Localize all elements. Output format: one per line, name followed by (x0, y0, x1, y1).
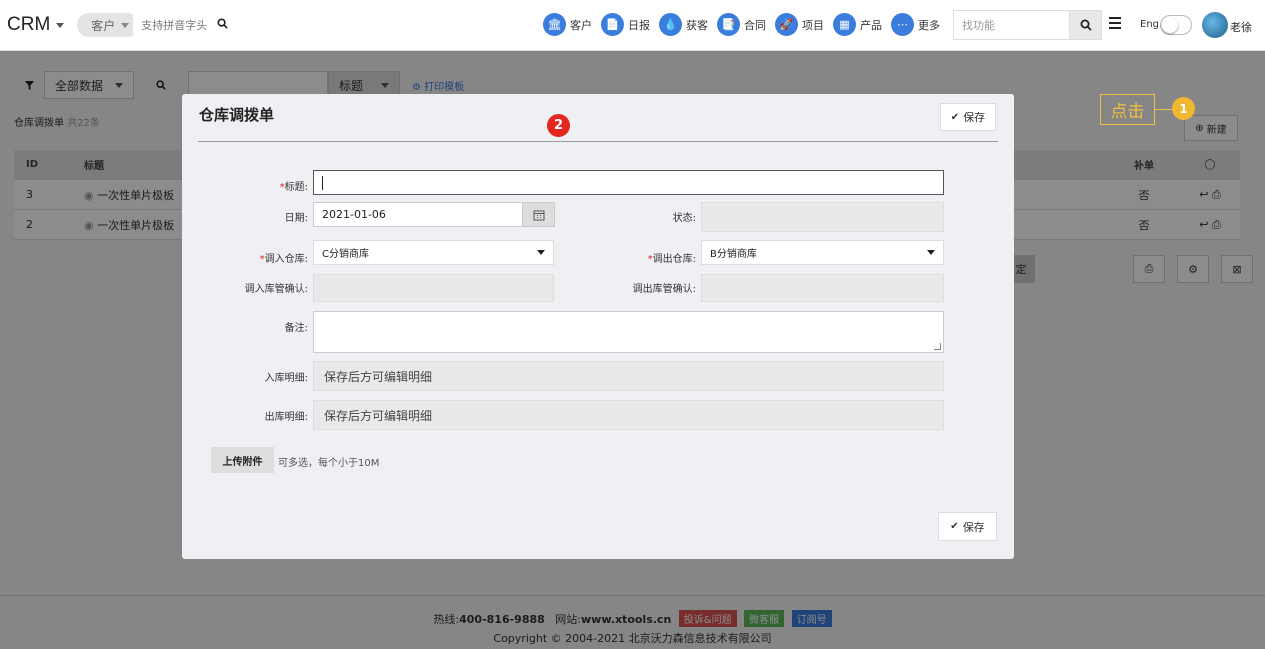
nav-label: 日报 (628, 18, 650, 32)
find-function-input[interactable]: 找功能 (953, 10, 1069, 40)
nav-label: 产品 (860, 18, 882, 32)
nav-label: 获客 (686, 18, 708, 32)
nav-label: 更多 (918, 18, 940, 32)
status-label: 状态: (672, 213, 696, 224)
remark-label: 备注: (284, 323, 308, 334)
in-detail-label: 入库明细: (264, 373, 308, 384)
text-cursor (322, 175, 323, 190)
in-manager-label: 调入库管确认: (244, 284, 308, 295)
in-manager-field (313, 274, 554, 302)
in-warehouse-select[interactable]: C分销商库 (313, 240, 554, 265)
nav-contract[interactable]: 📑 合同 (717, 13, 766, 36)
quick-search[interactable]: 支持拼音字头 (133, 13, 237, 37)
check-icon: ✔ (950, 521, 959, 532)
main-nav: 🏛 客户 📄 日报 💧 获客 📑 合同 🚀 项目 ▦ 产品 ⋯ 更多 (543, 13, 949, 36)
save-button-bottom[interactable]: ✔ 保存 (938, 512, 997, 541)
username[interactable]: 老徐 (1230, 19, 1252, 35)
chevron-down-icon (927, 250, 935, 255)
annotation-step-2: 2 (547, 114, 570, 137)
nav-more[interactable]: ⋯ 更多 (891, 13, 940, 36)
out-detail-label: 出库明细: (264, 412, 308, 423)
out-detail-field: 保存后方可编辑明细 (313, 400, 944, 430)
out-manager-field (701, 274, 944, 302)
find-placeholder: 找功能 (962, 19, 995, 32)
search-icon[interactable] (217, 18, 228, 32)
module-label: 客户 (91, 18, 116, 33)
contract-icon: 📑 (717, 13, 740, 36)
dialog-title: 仓库调拨单 (199, 106, 275, 124)
nav-daily-report[interactable]: 📄 日报 (601, 13, 650, 36)
brand-menu[interactable]: CRM (7, 14, 65, 36)
language-toggle[interactable] (1160, 15, 1192, 35)
calendar-icon (533, 210, 544, 220)
drop-icon: 💧 (659, 13, 682, 36)
find-search-button[interactable] (1069, 10, 1102, 40)
date-value: 2021-01-06 (322, 208, 386, 221)
language-label: Eng. (1140, 19, 1163, 30)
out-warehouse-select[interactable]: B分销商库 (701, 240, 944, 265)
nav-customer[interactable]: 🏛 客户 (543, 13, 592, 36)
chevron-down-icon (537, 250, 545, 255)
menu-icon[interactable] (1109, 17, 1121, 29)
save-button-top[interactable]: ✔ 保存 (940, 103, 996, 131)
nav-acquisition[interactable]: 💧 获客 (659, 13, 708, 36)
bank-icon: 🏛 (543, 13, 566, 36)
upload-hint: 可多选，每个小于10M (278, 458, 380, 469)
remark-textarea[interactable] (313, 311, 944, 353)
nav-label: 合同 (744, 18, 766, 32)
out-manager-label: 调出库管确认: (632, 284, 696, 295)
quick-search-placeholder: 支持拼音字头 (141, 19, 208, 32)
nav-label: 项目 (802, 18, 824, 32)
upload-attachment-button[interactable]: 上传附件 (211, 447, 274, 473)
in-warehouse-value: C分销商库 (322, 249, 369, 260)
annotation-step-1: 1 (1172, 97, 1195, 120)
annotation-click-label: 点击 (1100, 94, 1155, 125)
more-icon: ⋯ (891, 13, 914, 36)
status-field (701, 202, 944, 232)
document-icon: 📄 (601, 13, 624, 36)
divider (198, 141, 998, 142)
title-input[interactable] (313, 170, 944, 195)
annotation-connector (1155, 109, 1172, 110)
chevron-down-icon (56, 22, 65, 28)
save-label: 保存 (963, 111, 986, 124)
in-warehouse-label: *调入仓库: (259, 254, 308, 265)
out-warehouse-label: *调出仓库: (647, 254, 696, 265)
date-input[interactable]: 2021-01-06 (313, 202, 523, 227)
brand-label: CRM (7, 14, 51, 35)
title-label: *标题: (279, 182, 308, 193)
in-detail-field: 保存后方可编辑明细 (313, 361, 944, 391)
nav-project[interactable]: 🚀 项目 (775, 13, 824, 36)
nav-label: 客户 (570, 18, 592, 32)
nav-product[interactable]: ▦ 产品 (833, 13, 882, 36)
check-icon: ✔ (950, 111, 960, 123)
out-warehouse-value: B分销商库 (710, 249, 757, 260)
date-label: 日期: (284, 213, 308, 224)
calendar-button[interactable] (522, 202, 555, 227)
transfer-order-dialog: 仓库调拨单 2 ✔ 保存 *标题: 日期: 2021-01-06 状态: *调入… (182, 94, 1014, 559)
grid-icon: ▦ (833, 13, 856, 36)
search-icon (1080, 19, 1092, 31)
avatar[interactable] (1202, 12, 1228, 38)
rocket-icon: 🚀 (775, 13, 798, 36)
save-label: 保存 (962, 520, 985, 534)
chevron-down-icon (121, 22, 130, 28)
module-selector[interactable]: 客户 (77, 13, 140, 37)
